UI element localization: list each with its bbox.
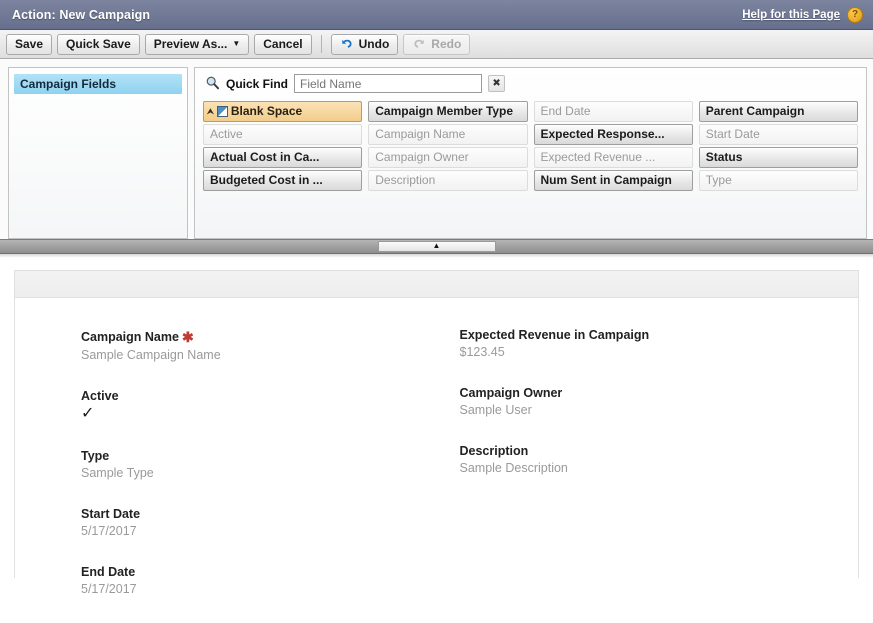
form-column-left: Campaign Name ✱ Sample Campaign Name Active… bbox=[81, 328, 460, 623]
undo-button[interactable]: Undo bbox=[330, 33, 399, 55]
form-field-label-text: Active bbox=[81, 389, 119, 403]
preview-panel-header bbox=[15, 271, 858, 298]
titlebar-actions: Help for this Page ? bbox=[742, 6, 863, 23]
palette-field-item: Description bbox=[368, 170, 528, 191]
form-field-label: End Date bbox=[81, 565, 460, 579]
form-field-label-text: Start Date bbox=[81, 507, 141, 521]
form-field[interactable]: Campaign Owner Sample User bbox=[460, 386, 839, 417]
preview-as-button-label: Preview As... bbox=[153, 36, 228, 51]
form-field[interactable]: Expected Revenue in Campaign $123.45 bbox=[460, 328, 839, 359]
quick-save-button[interactable]: Quick Save bbox=[57, 33, 140, 55]
collapse-panel-handle[interactable]: ▲ bbox=[377, 240, 496, 252]
form-field-value: 5/17/2017 bbox=[81, 582, 137, 596]
panel-splitter[interactable]: ▲ bbox=[0, 239, 873, 254]
palette-field-item[interactable]: Budgeted Cost in ... bbox=[203, 170, 363, 191]
redo-icon bbox=[412, 37, 426, 51]
form-field-label: Campaign Name ✱ bbox=[81, 328, 460, 345]
form-field[interactable]: Active ✓ bbox=[81, 389, 460, 422]
help-icon[interactable]: ? bbox=[847, 6, 863, 23]
form-field-value: Sample User bbox=[459, 403, 532, 417]
palette-field-item[interactable]: ⮝ Blank Space bbox=[203, 101, 363, 122]
clear-search-icon[interactable]: ✖ bbox=[488, 75, 506, 92]
form-field-value: $123.45 bbox=[459, 345, 505, 359]
drag-arrow-icon: ⮝ bbox=[207, 106, 214, 116]
save-button-label: Save bbox=[15, 36, 44, 51]
toolbar-divider bbox=[320, 35, 322, 53]
form-layout-grid: Campaign Name ✱ Sample Campaign Name Active… bbox=[15, 328, 858, 623]
palette-field-label: Blank Space bbox=[230, 104, 303, 118]
form-field-value: Sample Description bbox=[459, 461, 568, 475]
form-field-label-text: End Date bbox=[81, 565, 136, 579]
form-field-label-text: Campaign Owner bbox=[459, 386, 563, 400]
palette-field-item: Start Date bbox=[698, 124, 858, 145]
form-field[interactable]: Type Sample Type bbox=[81, 449, 460, 480]
form-field-label: Type bbox=[81, 449, 460, 463]
palette-field-item: Campaign Name bbox=[368, 124, 528, 145]
palette-field-panel: Quick Find ✖ ⮝ Blank Space Campaign Member… bbox=[194, 67, 867, 239]
form-field[interactable]: Start Date 5/17/2017 bbox=[81, 507, 460, 538]
form-field-label-text: Type bbox=[81, 449, 110, 463]
palette-field-item: Active bbox=[203, 124, 363, 145]
layout-preview-area: Campaign Name ✱ Sample Campaign Name Active… bbox=[0, 258, 873, 596]
form-field-label-text: Expected Revenue in Campaign bbox=[459, 328, 650, 342]
palette-field-item[interactable]: Campaign Member Type bbox=[368, 101, 528, 122]
field-palette-grid: ⮝ Blank Space Campaign Member Type End Date… bbox=[203, 100, 858, 191]
editor-toolbar: Save Quick Save Preview As... ▼ Cancel U… bbox=[0, 30, 873, 59]
form-field-label: Start Date bbox=[81, 507, 460, 521]
form-column-right: Expected Revenue in Campaign $123.45 Campa… bbox=[460, 328, 839, 623]
form-field-label: Expected Revenue in Campaign bbox=[460, 328, 839, 342]
save-button[interactable]: Save bbox=[6, 33, 53, 55]
blank-space-icon bbox=[216, 106, 228, 117]
redo-button: Redo bbox=[403, 33, 471, 55]
cancel-button[interactable]: Cancel bbox=[254, 33, 312, 55]
chevron-up-icon: ▲ bbox=[432, 240, 441, 250]
quick-find-label: Quick Find bbox=[226, 76, 289, 91]
page-title: Action: New Campaign bbox=[12, 7, 151, 22]
form-field-label-text: Description bbox=[459, 444, 529, 458]
chevron-down-icon: ▼ bbox=[232, 38, 241, 48]
palette-field-item[interactable]: Expected Response... bbox=[533, 124, 693, 145]
undo-icon bbox=[340, 37, 354, 51]
help-for-this-page-link[interactable]: Help for this Page bbox=[742, 9, 840, 21]
search-icon bbox=[205, 75, 220, 93]
palette-field-item[interactable]: Parent Campaign bbox=[698, 101, 858, 122]
palette-field-item: Campaign Owner bbox=[368, 147, 528, 168]
form-field-label: Active bbox=[81, 389, 460, 403]
palette-field-item[interactable]: Status bbox=[698, 147, 858, 168]
form-field-value: 5/17/2017 bbox=[81, 524, 137, 538]
form-field[interactable]: End Date 5/17/2017 bbox=[81, 565, 460, 596]
preview-as-button[interactable]: Preview As... ▼ bbox=[144, 33, 250, 55]
palette-category-list: Campaign Fields bbox=[8, 67, 188, 239]
palette-field-item[interactable]: Num Sent in Campaign bbox=[533, 170, 693, 191]
palette-field-item[interactable]: Actual Cost in Ca... bbox=[203, 147, 363, 168]
redo-button-label: Redo bbox=[431, 36, 462, 51]
layout-builder-area: Campaign Fields Quick Find ✖ ⮝ Blank Spac… bbox=[0, 59, 873, 239]
palette-field-item: Type bbox=[698, 170, 858, 191]
checkbox-checked-icon: ✓ bbox=[81, 405, 95, 422]
undo-button-label: Undo bbox=[358, 36, 390, 51]
window-titlebar: Action: New Campaign Help for this Page … bbox=[0, 0, 873, 30]
form-field-value: Sample Campaign Name bbox=[81, 348, 221, 362]
palette-field-item: Expected Revenue ... bbox=[533, 147, 693, 168]
cancel-button-label: Cancel bbox=[263, 36, 303, 51]
quick-save-button-label: Quick Save bbox=[66, 36, 131, 51]
quick-find-bar: Quick Find ✖ bbox=[203, 74, 858, 93]
form-field-value: Sample Type bbox=[81, 466, 154, 480]
form-field[interactable]: Campaign Name ✱ Sample Campaign Name bbox=[81, 328, 460, 362]
quick-find-input[interactable] bbox=[294, 74, 483, 93]
sidebar-item-label: Campaign Fields bbox=[20, 77, 117, 91]
form-field-label: Campaign Owner bbox=[460, 386, 839, 400]
form-field-label: Description bbox=[460, 444, 839, 458]
preview-panel: Campaign Name ✱ Sample Campaign Name Active… bbox=[14, 270, 859, 596]
palette-field-item: End Date bbox=[533, 101, 693, 122]
form-field-label-text: Campaign Name bbox=[81, 330, 179, 344]
form-field[interactable]: Description Sample Description bbox=[460, 444, 839, 475]
preview-panel-body: Campaign Name ✱ Sample Campaign Name Active… bbox=[15, 298, 858, 623]
required-field-icon: ✱ bbox=[181, 329, 194, 345]
sidebar-item-campaign-fields[interactable]: Campaign Fields bbox=[14, 74, 182, 94]
